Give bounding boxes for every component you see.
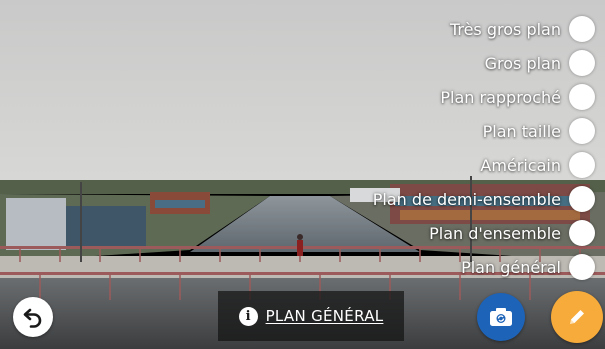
selected-shot-label[interactable]: PLAN GÉNÉRAL	[266, 307, 384, 325]
shot-option-plan-general[interactable]: Plan général	[461, 250, 595, 284]
undo-button[interactable]	[13, 297, 53, 337]
shot-option-label: Plan taille	[482, 121, 561, 141]
radio-button[interactable]	[569, 254, 595, 280]
shot-option-label: Plan général	[461, 257, 561, 277]
radio-button[interactable]	[569, 84, 595, 110]
camera-switch-button[interactable]	[477, 293, 525, 341]
shot-option-label: Américain	[480, 155, 561, 175]
undo-arrow-icon	[23, 308, 42, 328]
shot-type-list: Très gros plan Gros plan Plan rapproché …	[215, 12, 595, 284]
shot-option-tres-gros-plan[interactable]: Très gros plan	[450, 12, 595, 46]
shot-option-plan-rapproche[interactable]: Plan rapproché	[440, 80, 595, 114]
radio-button[interactable]	[569, 186, 595, 212]
edit-button[interactable]	[551, 291, 603, 343]
shot-option-plan-d-ensemble[interactable]: Plan d'ensemble	[429, 216, 595, 250]
radio-button[interactable]	[569, 50, 595, 76]
shot-option-plan-de-demi-ensemble[interactable]: Plan de demi-ensemble	[373, 182, 595, 216]
shot-option-gros-plan[interactable]: Gros plan	[485, 46, 595, 80]
pencil-icon	[570, 310, 584, 324]
shot-option-label: Plan d'ensemble	[429, 223, 561, 243]
shot-option-label: Plan rapproché	[440, 87, 561, 107]
shot-option-label: Très gros plan	[449, 19, 561, 39]
shot-option-plan-taille[interactable]: Plan taille	[483, 114, 595, 148]
radio-button[interactable]	[569, 118, 595, 144]
radio-button[interactable]	[569, 152, 595, 178]
camera-switch-icon	[490, 308, 512, 326]
radio-button[interactable]	[569, 16, 595, 42]
shot-option-label: Gros plan	[484, 53, 561, 73]
info-icon: i	[238, 306, 258, 326]
camera-screen: Très gros plan Gros plan Plan rapproché …	[0, 0, 605, 349]
selected-shot-info[interactable]: i PLAN GÉNÉRAL	[218, 291, 404, 341]
radio-button[interactable]	[569, 220, 595, 246]
shot-option-label: Plan de demi-ensemble	[372, 189, 561, 209]
shot-option-americain[interactable]: Américain	[480, 148, 595, 182]
